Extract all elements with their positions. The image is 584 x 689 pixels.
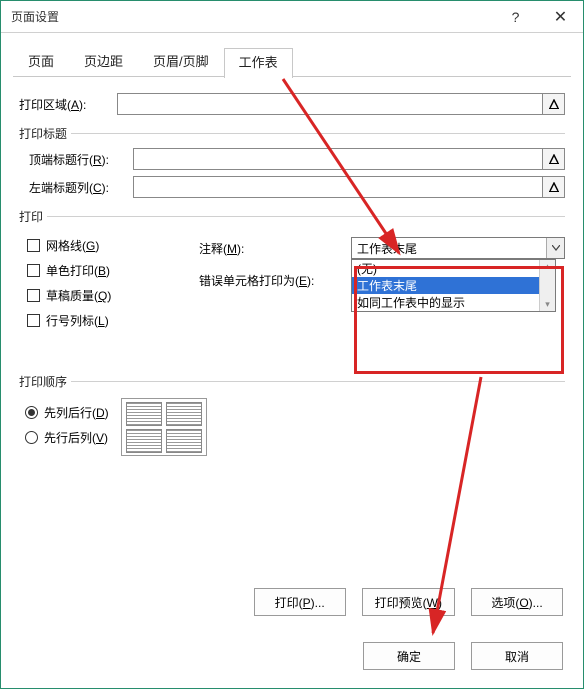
rowcol-checkbox[interactable]: 行号列标(L) xyxy=(27,312,189,329)
errors-label: 错误单元格打印为(E): xyxy=(199,272,351,289)
order-group: 打印顺序 xyxy=(19,373,565,390)
draft-checkbox[interactable]: 草稿质量(Q) xyxy=(27,287,189,304)
print-area-input[interactable] xyxy=(117,93,543,115)
print-button[interactable]: 打印(P)... xyxy=(254,588,346,616)
tab-page[interactable]: 页面 xyxy=(13,47,69,77)
comments-option-displayed[interactable]: 如同工作表中的显示 xyxy=(352,294,555,311)
dialog-body: 打印区域(A): 打印标题 顶端标题行(R): 左端标题列(C): xyxy=(1,77,583,456)
cancel-button[interactable]: 取消 xyxy=(471,642,563,670)
bw-checkbox[interactable]: 单色打印(B) xyxy=(27,262,189,279)
tab-margins[interactable]: 页边距 xyxy=(69,47,138,77)
print-group: 打印 xyxy=(19,208,565,225)
titlebar: 页面设置 ? ✕ xyxy=(1,1,583,33)
print-checks: 网格线(G) 单色打印(B) 草稿质量(Q) 行号列标(L) xyxy=(19,229,189,337)
titles-group: 打印标题 xyxy=(19,125,565,142)
tab-sheet[interactable]: 工作表 xyxy=(224,48,293,78)
collapse-icon[interactable] xyxy=(543,176,565,198)
comments-option-none[interactable]: (无) xyxy=(352,260,555,277)
help-button[interactable]: ? xyxy=(493,2,538,32)
options-button[interactable]: 选项(O)... xyxy=(471,588,563,616)
over-then-down-radio[interactable]: 先行后列(V) xyxy=(25,429,109,446)
collapse-icon[interactable] xyxy=(543,93,565,115)
comments-dropdown: (无) 工作表末尾 如同工作表中的显示 ▴▾ xyxy=(351,259,556,312)
comments-option-end[interactable]: 工作表末尾 xyxy=(352,277,555,294)
top-rows-input[interactable] xyxy=(133,148,543,170)
chevron-down-icon xyxy=(546,238,564,258)
order-preview-icon xyxy=(121,398,207,456)
down-then-over-radio[interactable]: 先列后行(D) xyxy=(25,404,109,421)
comments-label: 注释(M): xyxy=(199,240,351,257)
comments-select[interactable]: 工作表末尾 xyxy=(351,237,565,259)
top-rows-label: 顶端标题行(R): xyxy=(19,151,133,168)
gridlines-checkbox[interactable]: 网格线(G) xyxy=(27,237,189,254)
collapse-icon[interactable] xyxy=(543,148,565,170)
tab-strip: 页面 页边距 页眉/页脚 工作表 xyxy=(13,47,571,77)
tab-header-footer[interactable]: 页眉/页脚 xyxy=(138,47,224,77)
ok-button[interactable]: 确定 xyxy=(363,642,455,670)
left-cols-input[interactable] xyxy=(133,176,543,198)
print-area-label: 打印区域(A): xyxy=(19,96,117,113)
close-button[interactable]: ✕ xyxy=(538,2,583,32)
dropdown-scrollbar[interactable]: ▴▾ xyxy=(539,260,555,311)
preview-button[interactable]: 打印预览(W) xyxy=(362,588,455,616)
dialog-title: 页面设置 xyxy=(11,8,493,25)
left-cols-label: 左端标题列(C): xyxy=(19,179,133,196)
page-setup-dialog: 页面设置 ? ✕ 页面 页边距 页眉/页脚 工作表 打印区域(A): 打印标题 … xyxy=(0,0,584,689)
